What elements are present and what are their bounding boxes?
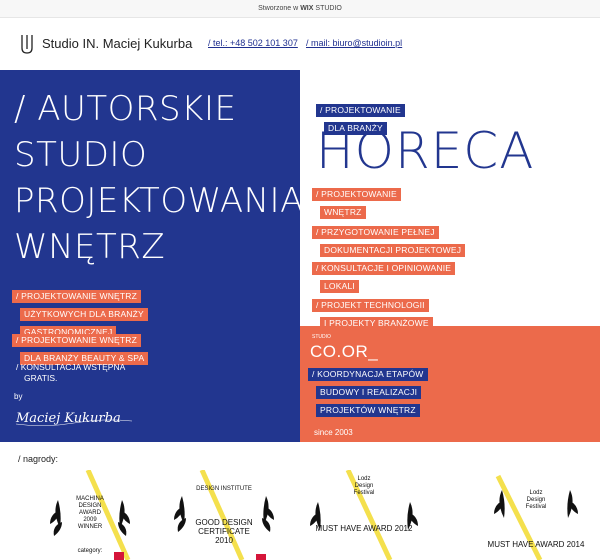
brand-name[interactable]: Studio IN. Maciej Kukurba: [42, 36, 192, 51]
award-badge-icon: [114, 552, 124, 560]
tag-line: / PROJEKTOWANIE: [312, 188, 401, 201]
award-line: Lodz: [529, 490, 543, 496]
tag-line: / PROJEKT TECHNOLOGII: [312, 299, 429, 312]
consultation-line: / KONSULTACJA WSTĘPNA: [16, 362, 126, 372]
award-line: CERTIFICATE: [198, 527, 250, 536]
tag-line: BUDOWY I REALIZACJI: [316, 386, 422, 399]
tag-line: WNĘTRZ: [320, 206, 366, 219]
award-line: Festival: [353, 490, 375, 496]
wix-banner[interactable]: Stworzone w WIX STUDIO: [0, 0, 600, 18]
service-technology: / PROJEKT TECHNOLOGII I PROJEKTY BRANŻOW…: [312, 295, 433, 331]
award-line: 2010: [215, 536, 233, 545]
tag-line: / KOORDYNACJA ETAPÓW: [308, 368, 428, 381]
award-line: Lodz: [357, 476, 371, 482]
since-label: since 2003: [314, 428, 353, 437]
coordination-tag: / KOORDYNACJA ETAPÓW BUDOWY I REALIZACJI…: [308, 364, 428, 418]
award-line: DESIGN: [78, 503, 102, 509]
main-title: / AUTORSKIE STUDIO PROJEKTOWANIA WNĘTRZ: [14, 86, 304, 270]
tag-line: LOKALI: [320, 280, 359, 293]
tag-line: / PRZYGOTOWANIE PEŁNEJ: [312, 226, 439, 239]
award-line: AWARD: [79, 510, 101, 516]
main-title-line: PROJEKTOWANIA: [14, 181, 304, 221]
tag-line: PROJEKTÓW WNĘTRZ: [316, 404, 420, 417]
service-consulting: / KONSULTACJE I OPINIOWANIE LOKALI: [312, 258, 456, 294]
tag-line: / PROJEKTOWANIE: [316, 104, 405, 117]
award-good-design[interactable]: DESIGN INSTITUTE GOOD DESIGN CERTIFICATE…: [164, 470, 284, 560]
horeca-headline: HORECA: [316, 122, 535, 180]
service-design: / PROJEKTOWANIE WNĘTRZ: [312, 184, 401, 220]
award-org: Lodz Design Festival: [476, 490, 596, 511]
hero-right-panel: / PROJEKTOWANIE DLA BRANŻY HORECA / PROJ…: [300, 70, 600, 442]
main-title-line: STUDIO: [14, 135, 148, 175]
wix-logo: WIX: [300, 5, 314, 12]
award-line: 2009: [83, 517, 97, 523]
consultation-note: / KONSULTACJA WSTĘPNA GRATIS.: [16, 362, 125, 384]
award-machina[interactable]: MACHINA DESIGN AWARD 2009 WINNER categor…: [30, 470, 150, 560]
tag-line: / KONSULTACJE I OPINIOWANIE: [312, 262, 456, 275]
award-must-have-2012[interactable]: Lodz Design Festival MUST HAVE AWARD 201…: [304, 470, 424, 560]
award-line: Design: [526, 497, 546, 503]
by-label: by: [14, 392, 23, 401]
award-org: Lodz Design Festival: [304, 476, 424, 497]
tag-line: / PROJEKTOWANIE WNĘTRZ: [12, 334, 142, 347]
service-tag-beauty: / PROJEKTOWANIE WNĘTRZ DLA BRANŻY BEAUTY…: [12, 330, 149, 366]
main-title-line: WNĘTRZ: [14, 227, 166, 267]
award-org: DESIGN INSTITUTE: [196, 486, 252, 492]
hero-left-panel: / AUTORSKIE STUDIO PROJEKTOWANIA WNĘTRZ …: [0, 70, 304, 442]
award-line: Design: [354, 483, 374, 489]
wix-banner-suffix: STUDIO: [315, 5, 342, 12]
tag-line: / PROJEKTOWANIE WNĘTRZ: [12, 290, 142, 303]
award-line: MACHINA: [76, 496, 104, 502]
award-title: MUST HAVE AWARD 2012: [315, 524, 413, 533]
award-badge-icon: [256, 554, 266, 560]
awards-heading: / nagrody:: [18, 454, 59, 464]
laurel-icon: [174, 470, 274, 560]
main-title-line: / AUTORSKIE: [14, 89, 237, 129]
signature-image: Maciej Kukurba: [15, 411, 133, 426]
award-title: MUST HAVE AWARD 2014: [487, 540, 585, 549]
service-documentation: / PRZYGOTOWANIE PEŁNEJ DOKUMENTACJI PROJ…: [312, 222, 466, 258]
award-must-have-2014[interactable]: Lodz Design Festival MUST HAVE AWARD 201…: [476, 470, 596, 560]
tag-line: UŻYTKOWYCH DLA BRANŻY: [20, 308, 148, 321]
tag-line: I PROJEKTY BRANŻOWE: [320, 317, 433, 330]
site-header: Studio IN. Maciej Kukurba / tel.: +48 50…: [0, 18, 600, 70]
award-line: GOOD DESIGN: [195, 518, 253, 527]
award-text: MACHINA DESIGN AWARD 2009 WINNER: [30, 496, 150, 531]
award-line: Festival: [525, 504, 547, 510]
award-line: WINNER: [77, 524, 103, 530]
award-text: GOOD DESIGN CERTIFICATE 2010: [164, 518, 284, 545]
wix-banner-prefix: Stworzone w: [258, 5, 299, 12]
consultation-line: GRATIS.: [24, 373, 58, 383]
email-link[interactable]: / mail: biuro@studioin.pl: [306, 38, 402, 48]
phone-link[interactable]: / tel.: +48 502 101 307: [208, 38, 298, 48]
coor-logo-text: CO.OR_: [310, 342, 379, 361]
tag-line: DOKUMENTACJI PROJEKTOWEJ: [320, 244, 466, 257]
award-category: category:: [77, 548, 103, 554]
coor-studio-label: STUDIO: [312, 334, 331, 340]
studio-logo-icon[interactable]: [20, 34, 34, 54]
